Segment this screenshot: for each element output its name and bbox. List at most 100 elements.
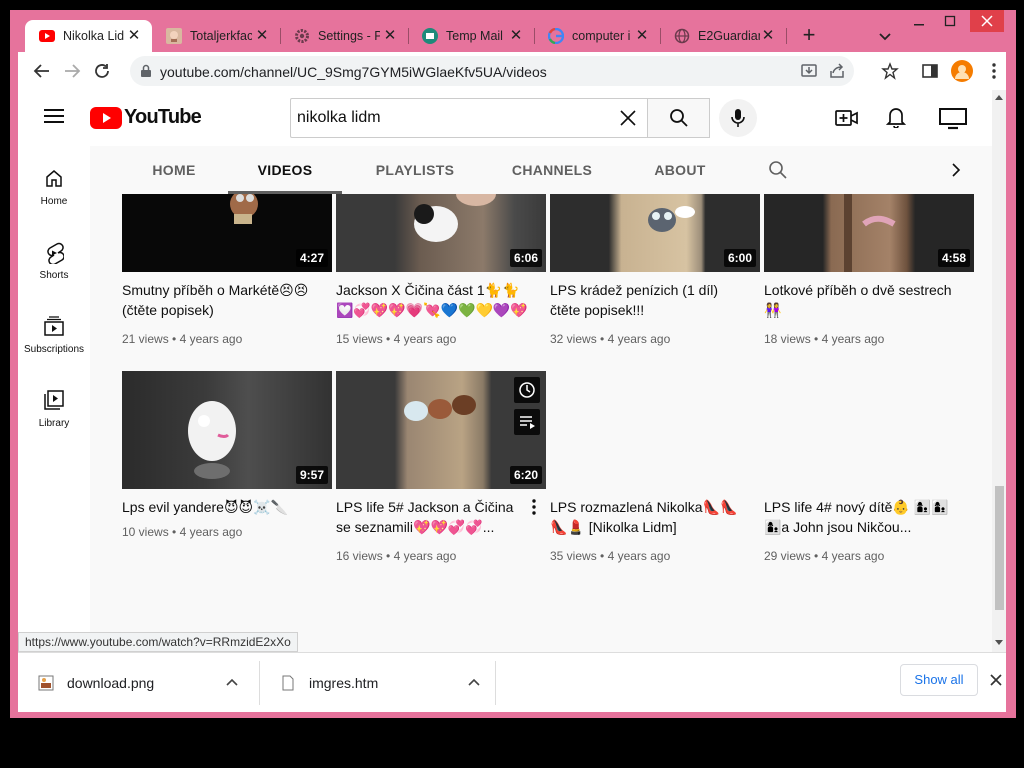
video-title[interactable]: Lotkové příběh o dvě sestrech👭 — [764, 280, 960, 320]
microphone-icon — [731, 109, 745, 127]
video-menu-icon[interactable] — [532, 499, 536, 520]
video-duration: 9:57 — [295, 466, 328, 484]
new-tab-button[interactable]: + — [797, 24, 821, 48]
tab-close-icon[interactable]: ✕ — [634, 28, 650, 44]
tab-e2guardian[interactable]: E2Guardian ✕ — [660, 20, 787, 52]
video-duration: 4:58 — [937, 249, 970, 267]
document-file-icon — [280, 675, 296, 691]
globe-icon — [674, 28, 690, 44]
nav-home[interactable]: Home — [18, 158, 90, 226]
video-duration: 6:00 — [723, 249, 756, 267]
youtube-header: YouTube nikolka lidm — [18, 90, 992, 146]
youtube-guide: Home Shorts Subscriptions Library — [18, 146, 90, 652]
home-icon — [44, 168, 64, 188]
download-filename: download.png — [67, 675, 155, 691]
tab-about[interactable]: ABOUT — [638, 146, 722, 194]
gear-icon — [294, 28, 310, 44]
chevron-up-icon[interactable] — [224, 675, 240, 691]
nav-subscriptions[interactable]: Subscriptions — [18, 306, 90, 374]
add-to-queue-icon[interactable] — [514, 409, 540, 435]
video-card[interactable]: 6:20 LPS life 5# Jackson a Čičina se sez… — [336, 371, 546, 563]
subscriptions-icon — [44, 316, 64, 336]
show-all-downloads-button[interactable]: Show all — [900, 664, 978, 696]
more-menu-icon[interactable] — [982, 59, 1006, 83]
tab-title: E2Guardian — [698, 29, 760, 43]
tab-home[interactable]: HOME — [134, 146, 214, 194]
back-button[interactable] — [30, 59, 54, 83]
maximize-button[interactable] — [934, 10, 966, 32]
tab-playlists[interactable]: PLAYLISTS — [362, 146, 468, 194]
nav-shorts[interactable]: Shorts — [18, 232, 90, 300]
video-title[interactable]: LPS life 5# Jackson a Čičina se seznamil… — [336, 497, 532, 537]
scroll-down-icon[interactable] — [992, 638, 1006, 648]
library-icon — [44, 390, 64, 410]
tab-close-icon[interactable]: ✕ — [760, 28, 776, 44]
tab-temp-mail[interactable]: Temp Mail ✕ — [408, 20, 535, 52]
window-close-button[interactable] — [970, 10, 1004, 32]
address-bar[interactable]: youtube.com/channel/UC_9Smg7GYM5iWGlaeKf… — [130, 56, 854, 86]
video-title[interactable]: Jackson X Čičina část 1🐈🐈 💟💞💖💖💗💘💙💚💛💜💖💞 — [336, 280, 532, 320]
url-text: youtube.com/channel/UC_9Smg7GYM5iWGlaeKf… — [160, 64, 547, 80]
search-button[interactable] — [647, 98, 710, 138]
tab-google-search[interactable]: computer i ✕ — [534, 20, 661, 52]
notifications-bell-icon[interactable] — [885, 106, 907, 133]
video-title[interactable]: LPS rozmazlená Nikolka👠👠 👠💄 [Nikolka Lid… — [550, 497, 746, 537]
tab-title: Settings - P — [318, 29, 380, 43]
browser-toolbar: youtube.com/channel/UC_9Smg7GYM5iWGlaeKf… — [18, 52, 1006, 90]
side-panel-icon[interactable] — [918, 59, 942, 83]
create-video-icon[interactable] — [835, 108, 859, 133]
forward-button[interactable] — [60, 59, 84, 83]
status-bar-url: https://www.youtube.com/watch?v=RRmzidE2… — [18, 632, 298, 652]
video-thumbnail[interactable]: 6:20 — [336, 371, 546, 489]
tab-videos[interactable]: VIDEOS — [228, 146, 342, 194]
download-item[interactable]: download.png — [18, 653, 260, 713]
video-card[interactable]: 9:57 Lps evil yandere😈😈☠️🔪 10 views • 4 … — [122, 371, 332, 539]
downloads-bar: download.png imgres.htm Show all — [18, 652, 1006, 712]
scroll-up-icon[interactable] — [992, 92, 1006, 102]
video-meta: 21 views • 4 years ago — [122, 332, 243, 346]
video-meta: 10 views • 4 years ago — [122, 525, 243, 539]
nav-library[interactable]: Library — [18, 380, 90, 448]
tab-close-icon[interactable]: ✕ — [126, 28, 142, 44]
minimize-button[interactable] — [903, 10, 935, 32]
search-input[interactable]: nikolka lidm — [290, 98, 647, 138]
video-title[interactable]: LPS krádež penízich (1 díl) čtěte popise… — [550, 280, 746, 320]
tab-close-icon[interactable]: ✕ — [254, 28, 270, 44]
chevron-up-icon[interactable] — [466, 675, 482, 691]
tv-cast-icon[interactable] — [939, 108, 967, 135]
youtube-logo[interactable]: YouTube — [90, 106, 202, 129]
close-downloads-icon[interactable] — [988, 672, 1004, 688]
reload-button[interactable] — [90, 59, 114, 83]
video-title[interactable]: Smutny příběh o Markétě😣😣 (čtěte popisek… — [122, 280, 318, 320]
youtube-logo-icon — [90, 106, 122, 129]
scrollbar-thumb[interactable] — [995, 486, 1004, 610]
tab-totaljerkface[interactable]: Totaljerkface ✕ — [152, 20, 281, 52]
shorts-icon — [44, 242, 65, 266]
video-thumbnail[interactable]: 9:57 — [122, 371, 332, 489]
tab-search-chevron-icon[interactable] — [875, 26, 895, 46]
tab-youtube[interactable]: Nikolka Lidm ✕ — [25, 20, 152, 52]
youtube-logo-text: YouTube — [124, 106, 202, 128]
lock-icon — [140, 64, 152, 83]
bookmark-star-icon[interactable] — [878, 59, 902, 83]
tab-channels[interactable]: CHANNELS — [500, 146, 604, 194]
voice-search-button[interactable] — [719, 99, 757, 137]
video-duration: 4:27 — [295, 249, 328, 267]
tab-close-icon[interactable]: ✕ — [508, 28, 524, 44]
video-meta: 35 views • 4 years ago — [550, 549, 671, 563]
profile-avatar[interactable] — [950, 59, 974, 83]
hamburger-menu-icon[interactable] — [44, 108, 64, 129]
clear-search-icon[interactable] — [619, 109, 637, 132]
install-app-icon[interactable] — [800, 62, 818, 80]
share-icon[interactable] — [828, 62, 846, 80]
channel-search-icon[interactable] — [768, 160, 788, 185]
search-icon — [669, 109, 688, 127]
tab-close-icon[interactable]: ✕ — [382, 28, 398, 44]
tab-settings[interactable]: Settings - P ✕ — [280, 20, 409, 52]
video-title[interactable]: LPS life 4# nový dítě👶 👩‍👦👩‍👦👩‍👦a John j… — [764, 497, 960, 537]
chevron-right-icon[interactable] — [950, 162, 962, 183]
watch-later-icon[interactable] — [514, 377, 540, 403]
channel-tabs: HOME VIDEOS PLAYLISTS CHANNELS ABOUT — [90, 146, 992, 194]
download-item[interactable]: imgres.htm — [260, 653, 496, 713]
page-scrollbar[interactable] — [992, 90, 1006, 652]
